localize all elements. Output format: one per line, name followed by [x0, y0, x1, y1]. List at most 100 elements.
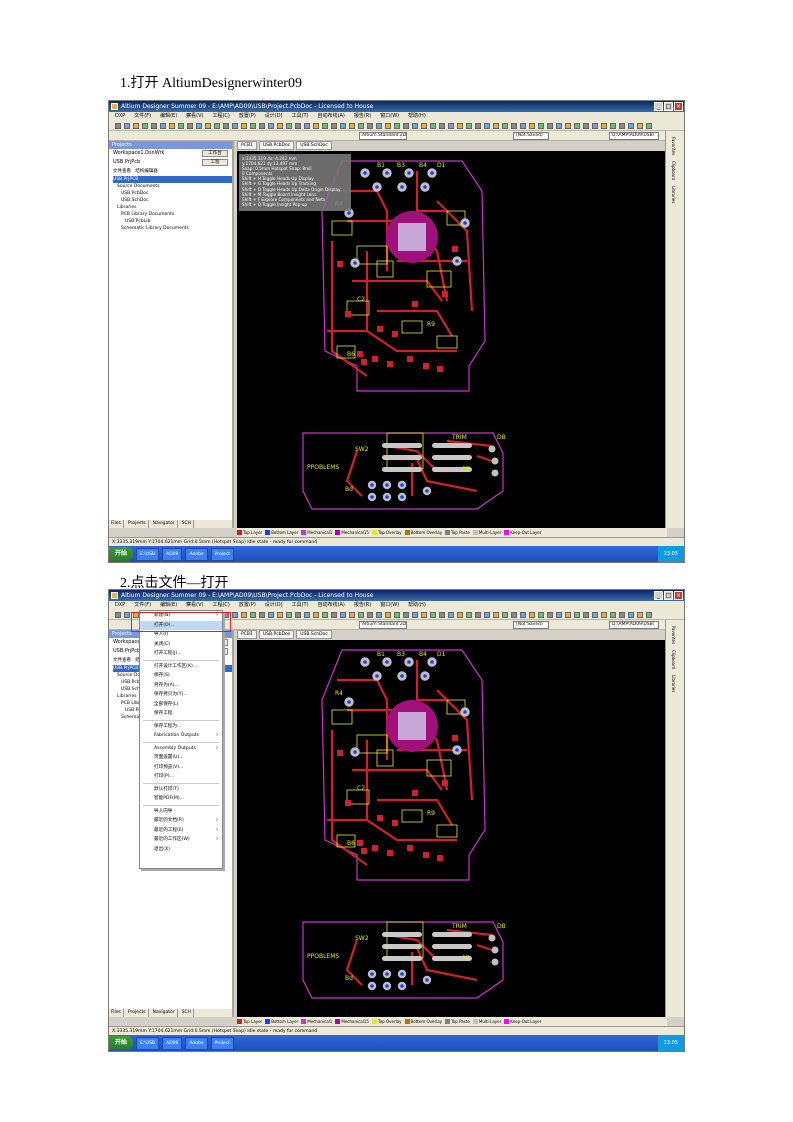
toolbar-icon[interactable] — [574, 123, 580, 129]
toolbar-icon[interactable] — [601, 612, 607, 618]
toolbar-icon[interactable] — [376, 612, 382, 618]
tree-item[interactable]: USB.PcbLib — [113, 218, 232, 225]
taskbar-item[interactable]: E:\USB — [136, 1036, 160, 1050]
menu-4[interactable]: 工程(C) — [212, 601, 229, 610]
toolbar-icon[interactable] — [268, 123, 274, 129]
toolbar-icon[interactable] — [547, 123, 553, 129]
toolbar-icon[interactable] — [592, 612, 598, 618]
toolbar-icon[interactable] — [394, 612, 400, 618]
path-field[interactable]: D:\AMP\AD09\USB\ — [609, 132, 659, 140]
toolbar-icon[interactable] — [313, 612, 319, 618]
file-menu-item[interactable]: Fabrication Outputs — [140, 731, 222, 741]
toolbar-icon[interactable] — [637, 123, 643, 129]
toolbar-icon[interactable] — [583, 612, 589, 618]
file-menu-item[interactable]: 打开设计工作区(K)... — [140, 662, 222, 672]
toolbar-icon[interactable] — [214, 123, 220, 129]
tree-item[interactable]: Source Documents — [113, 183, 232, 190]
toolbar-icon[interactable] — [493, 123, 499, 129]
file-menu-item[interactable]: 最近的工程(E) — [140, 826, 222, 836]
layer-tab[interactable]: Top Overlay — [371, 528, 402, 537]
toolbar-icon[interactable] — [385, 612, 391, 618]
file-menu-item[interactable]: 页面设置(U)... — [140, 753, 222, 763]
menu-0[interactable]: DXP — [115, 112, 125, 121]
file-menu-item[interactable]: 全部保存(L) — [140, 700, 222, 710]
menu-5[interactable]: 放置(P) — [239, 112, 256, 121]
doc-tab[interactable]: USB.SchDoc — [296, 630, 332, 639]
toolbar-icon[interactable] — [349, 612, 355, 618]
toolbar-icon[interactable] — [178, 123, 184, 129]
toolbar-icon[interactable] — [259, 123, 265, 129]
menu-6[interactable]: 设计(D) — [265, 601, 283, 610]
file-menu-item[interactable]: 保存(S) — [140, 671, 222, 681]
toolbar-icon[interactable] — [340, 123, 346, 129]
file-menu-item[interactable]: 另存为(A)... — [140, 681, 222, 691]
workspace-button[interactable]: 工作台 — [202, 150, 228, 157]
toolbar-icon[interactable] — [223, 123, 229, 129]
toolbar-icon[interactable] — [151, 123, 157, 129]
file-menu-item[interactable]: 退出(X) — [140, 845, 222, 855]
toolbar-icon[interactable] — [115, 612, 121, 618]
toolbar-icon[interactable] — [439, 612, 445, 618]
toolbar-icon[interactable] — [556, 612, 562, 618]
path-field[interactable]: D:\AMP\AD09\USB\ — [609, 621, 659, 629]
toolbar-icon[interactable] — [466, 612, 472, 618]
doc-tab[interactable]: USB.PcbDoc — [258, 141, 295, 150]
toolbar-icon[interactable] — [646, 612, 652, 618]
file-menu-item[interactable]: 保存工程为... — [140, 722, 222, 732]
right-panel-tab[interactable]: Favorites — [671, 626, 676, 644]
layer-tab[interactable]: Bottom Layer — [265, 528, 298, 537]
doc-tab[interactable]: PCB1 — [237, 141, 257, 150]
toolbar-icon[interactable] — [457, 612, 463, 618]
toolbar-icon[interactable] — [250, 612, 256, 618]
file-menu-item[interactable]: 关闭(C) — [140, 640, 222, 650]
taskbar-item[interactable]: E:\USB — [136, 547, 160, 561]
doc-tab[interactable]: USB.PcbDoc — [258, 630, 295, 639]
toolbar-icon[interactable] — [403, 123, 409, 129]
variant-select[interactable]: (Not Saved) — [513, 621, 549, 629]
file-menu-item[interactable]: 保存工程 — [140, 709, 222, 719]
right-panel-tab[interactable]: Libraries — [671, 675, 676, 692]
workspace-field[interactable]: Workspace1.DsnWrk — [113, 150, 164, 156]
menu-8[interactable]: 自动布线(A) — [318, 601, 345, 610]
menu-11[interactable]: 帮助(H) — [408, 112, 426, 121]
toolbar-icon[interactable] — [376, 123, 382, 129]
toolbar-icon[interactable] — [160, 123, 166, 129]
toolbar-icon[interactable] — [484, 123, 490, 129]
toolbar-icon[interactable] — [313, 123, 319, 129]
tree-item[interactable]: USB.PrjPCB — [113, 176, 232, 183]
project-button[interactable]: 工程 — [202, 159, 228, 166]
toolbar-icon[interactable] — [565, 612, 571, 618]
toolbar-icon[interactable] — [277, 123, 283, 129]
toolbar-icon[interactable] — [187, 123, 193, 129]
toolbar-icon[interactable] — [403, 612, 409, 618]
menu-6[interactable]: 设计(D) — [265, 112, 283, 121]
toolbar-icon[interactable] — [412, 612, 418, 618]
layer-tab[interactable]: Keep-Out Layer — [504, 528, 541, 537]
toolbar-icon[interactable] — [529, 612, 535, 618]
toolbar-icon[interactable] — [583, 123, 589, 129]
menu-5[interactable]: 放置(P) — [239, 601, 256, 610]
toolbar-icon[interactable] — [277, 612, 283, 618]
toolbar-icon[interactable] — [520, 123, 526, 129]
minimize-button[interactable]: _ — [654, 591, 663, 600]
panel-tab[interactable]: Files — [109, 520, 124, 528]
layer-tab[interactable]: Keep-Out Layer — [504, 1017, 541, 1026]
toolbar-icon[interactable] — [232, 612, 238, 618]
toolbar-icon[interactable] — [250, 123, 256, 129]
toolbar-icon[interactable] — [511, 123, 517, 129]
taskbar-item[interactable]: AD09 — [162, 547, 183, 561]
right-panel-tab[interactable]: Clipboard — [671, 161, 676, 180]
taskbar-item[interactable]: Project — [210, 547, 235, 561]
toolbar-icon[interactable] — [421, 123, 427, 129]
toolbar-icon[interactable] — [538, 123, 544, 129]
toolbar-icon[interactable] — [475, 612, 481, 618]
toolbar-icon[interactable] — [385, 123, 391, 129]
menu-2[interactable]: 编辑(E) — [160, 601, 177, 610]
toolbar-icon[interactable] — [205, 123, 211, 129]
toolbar-icon[interactable] — [619, 123, 625, 129]
layer-tab[interactable]: Mechanical15 — [335, 528, 369, 537]
toolbar-icon[interactable] — [124, 612, 130, 618]
toolbar-icon[interactable] — [628, 612, 634, 618]
variant-select[interactable]: (Not Saved) — [513, 132, 549, 140]
toolbar-icon[interactable] — [619, 612, 625, 618]
